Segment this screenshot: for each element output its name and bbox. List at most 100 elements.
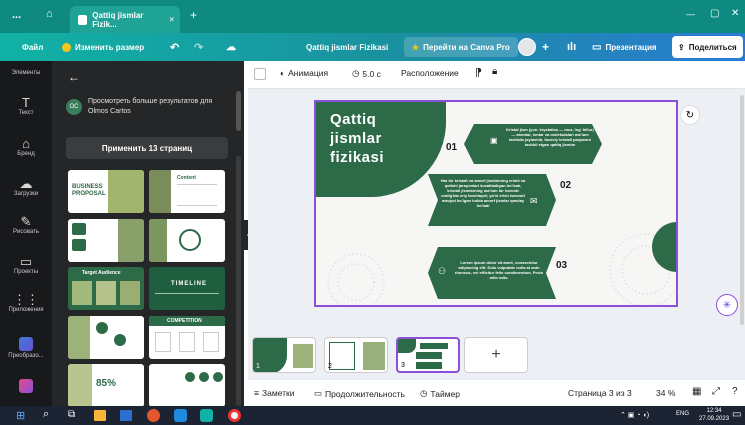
team-icon: ⚇ [438,266,447,276]
canvas-scrollbar[interactable] [740,95,744,325]
rail-label: Проекты [13,269,39,275]
window-maximize-button[interactable]: ▢ [710,8,719,19]
thumb-circle [185,372,195,382]
window-close-button[interactable]: ✕ [731,8,739,19]
panel-scrollbar-thumb[interactable] [236,91,241,131]
add-page-button[interactable]: + [464,337,528,373]
template-thumb-3[interactable] [68,219,144,262]
page-thumb-3[interactable]: 3 [396,337,460,373]
rail-item-elements[interactable]: Элементы [0,70,52,76]
share-button[interactable]: ⇪ Поделиться [672,36,743,58]
home-icon[interactable]: ⌂ [46,8,53,20]
clock[interactable]: 12:34 27.09.2023 [699,407,729,423]
template-thumb-5[interactable]: Target Audience [68,267,144,310]
position-button[interactable]: Расположение [401,68,459,78]
magic-assistant-button[interactable]: ✳ [716,294,738,316]
thumb-circle [199,372,209,382]
rail-item-apps[interactable]: ⋮⋮ Приложения [0,293,52,314]
secondary-toolbar: ◐ Анимация ◷ 5.0 с Расположение ⁋ 🔒︎ [248,61,745,89]
animation-label: Анимация [288,68,329,78]
language-indicator[interactable]: ENG [676,411,689,417]
add-collaborator-button[interactable]: + [542,33,549,61]
fullscreen-icon[interactable]: ⤢ [712,386,720,397]
template-thumb-7[interactable] [68,316,144,359]
cloud-saved-icon[interactable]: ☁ [226,33,236,61]
template-thumb-4[interactable] [149,219,225,262]
canva-app-icon[interactable] [200,409,213,422]
notes-button[interactable]: ≡ Заметки [254,388,294,398]
slide-title-line: Qattiq [330,111,377,128]
windows-start-icon[interactable]: ⊞ [16,409,25,422]
browser-menu-button[interactable]: ... [12,9,21,21]
window-minimize-button[interactable]: — [686,9,695,19]
rail-item-uploads[interactable]: ☁ Загрузки [0,177,52,198]
resize-button[interactable]: Изменить размер [62,33,144,61]
rail-item-brand[interactable]: ⌂ Бренд [0,137,52,158]
template-thumb-8[interactable]: COMPETITION [149,316,225,359]
task-view-icon[interactable]: ⧉ [68,409,75,420]
page-indicator[interactable]: Страница 3 из 3 [568,388,632,398]
animation-icon: ◐ [280,68,286,78]
animation-button[interactable]: ◐ Анимация [280,68,328,78]
slide-canvas[interactable]: Qattiq jismlar fizikasi 01 ▣ Kristal jis… [314,100,678,307]
word-icon[interactable] [120,410,132,421]
rail-item-magic[interactable] [0,379,52,393]
file-explorer-icon[interactable] [94,410,106,421]
lock-icon[interactable]: 🔒︎ [492,66,497,77]
rail-item-projects[interactable]: ▭ Проекты [0,255,52,276]
notifications-icon[interactable]: ▭ [732,409,741,420]
canva-pro-button[interactable]: ★ Перейти на Canva Pro [404,37,518,57]
rail-item-text[interactable]: T Текст [0,96,52,117]
powerpoint-icon[interactable] [147,409,160,422]
undo-icon[interactable]: ↶ [170,33,179,61]
new-tab-button[interactable]: + [190,8,197,22]
template-thumb-1[interactable]: BUSINESS PROPOSAL [68,170,144,213]
thumb-photo [72,281,92,305]
back-arrow-icon[interactable]: ← [68,70,80,84]
rail-item-transform[interactable]: Преобразо... [0,337,52,359]
template-thumb-9[interactable]: 85% [68,364,144,407]
thumb-shape [72,223,86,235]
timer-label: Таймер [430,388,461,399]
edge-icon[interactable] [174,409,187,422]
help-icon[interactable]: ? [732,386,738,397]
panel-scrollbar[interactable] [236,156,241,406]
file-menu[interactable]: Файл [22,33,43,61]
rail-label: Элементы [11,70,41,76]
page-thumb-1[interactable]: 1 [252,337,316,373]
rotate-icon[interactable]: ↻ [680,105,700,125]
duration-footer-button[interactable]: ▭ Продолжительность [314,388,405,399]
left-rail: Элементы T Текст ⌂ Бренд ☁ Загрузки ✎ Ри… [0,61,52,406]
share-label: Поделиться [688,42,737,52]
color-swatch[interactable] [254,68,266,80]
duration-button[interactable]: ◷ 5.0 с [352,68,381,79]
apply-pages-button[interactable]: Применить 13 страниц [66,137,228,159]
present-button[interactable]: ▭ Презентация [592,33,657,61]
insights-icon[interactable]: ılı [567,33,576,61]
template-thumb-10[interactable] [149,364,225,407]
collaborator-avatar[interactable] [518,33,536,61]
grid-view-icon[interactable]: ▦ [692,386,701,397]
more-results-link[interactable]: OC Просмотреть больше результатов для Ol… [66,97,226,117]
tray-icons[interactable]: ⌃ ▣ ◔ ◖) [620,411,649,419]
timer-button[interactable]: ◷ Таймер [420,388,460,399]
item-number: 01 [446,142,458,153]
transform-icon [19,337,33,351]
transparency-icon[interactable]: ⁋ [475,66,482,79]
tab-close-button[interactable]: × [169,15,174,24]
template-thumb-6[interactable]: TIMELINE [149,267,225,310]
document-title[interactable]: Qattiq jismlar Fizikasi [306,33,388,61]
zoom-level[interactable]: 34 % [656,388,675,398]
rail-item-draw[interactable]: ✎ Рисовать [0,215,52,236]
yandex-icon[interactable] [228,409,241,422]
thumb-card [155,332,171,352]
browser-tab[interactable]: Qattiq jismlar Fizik... × [70,6,180,33]
redo-icon[interactable]: ↷ [194,33,203,61]
template-thumb-2[interactable]: Content [149,170,225,213]
thumb-line [155,293,219,294]
page-thumb-2[interactable]: 2 [324,337,388,373]
search-icon[interactable]: ⌕ [43,408,49,421]
canva-favicon-icon [78,14,88,25]
page-strip: 1 2 3 + [248,333,745,378]
clock-icon: ◷ [352,68,360,78]
